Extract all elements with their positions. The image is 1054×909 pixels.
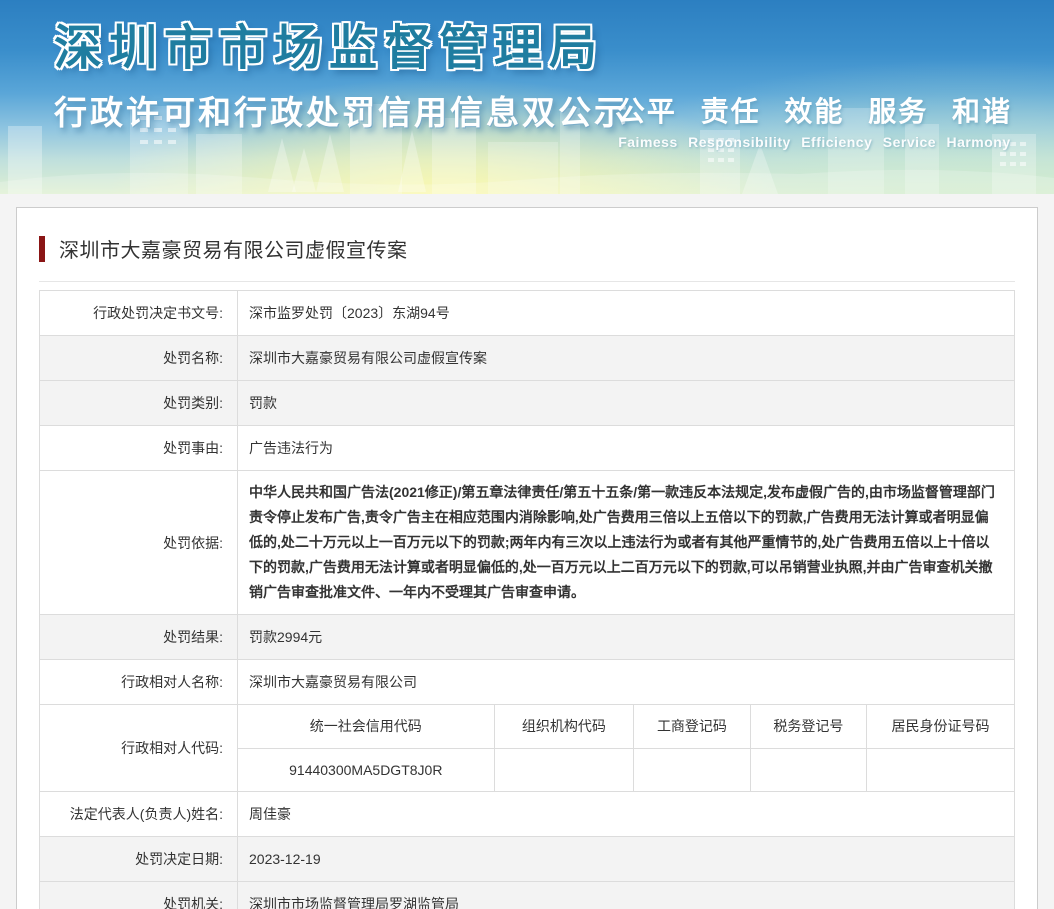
entity-codes-subtable: 统一社会信用代码 组织机构代码 工商登记码 税务登记号 居民身份证号码 9144… (238, 705, 1014, 791)
row-label: 行政处罚决定书文号: (39, 290, 238, 336)
code-value-unified-social-credit: 91440300MA5DGT8J0R (289, 761, 443, 778)
row-value: 罚款2994元 (237, 614, 1015, 660)
table-row: 处罚机关: 深圳市市场监督管理局罗湖监管局 (39, 881, 1015, 909)
entity-codes-value-row: 91440300MA5DGT8J0R (238, 748, 1014, 791)
table-row: 处罚依据: 中华人民共和国广告法(2021修正)/第五章法律责任/第五十五条/第… (39, 470, 1015, 615)
row-label: 处罚事由: (39, 425, 238, 471)
page-title: 深圳市大嘉豪贸易有限公司虚假宣传案 (59, 240, 408, 262)
row-value: 罚款 (237, 380, 1015, 426)
row-label: 处罚名称: (39, 335, 238, 381)
table-row: 处罚决定日期: 2023-12-19 (39, 836, 1015, 882)
site-banner: 深圳市市场监督管理局 行政许可和行政处罚信用信息双公示 公平 责任 效能 服务 … (0, 0, 1054, 194)
row-label: 处罚机关: (39, 881, 238, 909)
code-column-header: 统一社会信用代码 (238, 705, 495, 749)
code-column-header: 工商登记码 (633, 705, 751, 749)
code-column-header: 税务登记号 (749, 705, 867, 749)
row-label: 处罚结果: (39, 614, 238, 660)
entity-codes-header-row: 统一社会信用代码 组织机构代码 工商登记码 税务登记号 居民身份证号码 (238, 705, 1014, 749)
slogan-english: Faimess Responsibility Efficiency Servic… (618, 134, 1011, 150)
code-value-org (493, 748, 634, 791)
row-value: 深圳市市场监督管理局罗湖监管局 (237, 881, 1015, 909)
title-separator (39, 281, 1015, 282)
penalty-info-table: 行政处罚决定书文号: 深市监罗处罚〔2023〕东湖94号 处罚名称: 深圳市大嘉… (39, 290, 1015, 909)
table-row: 处罚类别: 罚款 (39, 380, 1015, 426)
row-value: 深圳市大嘉豪贸易有限公司虚假宣传案 (237, 335, 1015, 381)
table-row-entity-codes: 行政相对人代码: 统一社会信用代码 组织机构代码 工商登记码 税务登记号 居民身… (39, 704, 1015, 792)
slogan-chinese: 公平 责任 效能 服务 和谐 (616, 96, 1012, 127)
code-value-tax-reg (749, 748, 867, 791)
slogan-block: 公平 责任 效能 服务 和谐 Faimess Responsibility Ef… (617, 90, 1012, 150)
row-value: 深圳市大嘉豪贸易有限公司 (237, 659, 1015, 705)
row-value: 广告违法行为 (237, 425, 1015, 471)
table-row: 处罚名称: 深圳市大嘉豪贸易有限公司虚假宣传案 (39, 335, 1015, 381)
table-row: 处罚结果: 罚款2994元 (39, 614, 1015, 660)
code-value-business-reg (633, 748, 751, 791)
row-label: 处罚决定日期: (39, 836, 238, 882)
row-value: 2023-12-19 (237, 836, 1015, 882)
case-title-row: 深圳市大嘉豪贸易有限公司虚假宣传案 (39, 234, 1015, 263)
table-row: 法定代表人(负责人)姓名: 周佳豪 (39, 791, 1015, 837)
table-row: 行政相对人名称: 深圳市大嘉豪贸易有限公司 (39, 659, 1015, 705)
row-value: 周佳豪 (237, 791, 1015, 837)
row-value: 深市监罗处罚〔2023〕东湖94号 (237, 290, 1015, 336)
row-label: 处罚类别: (39, 380, 238, 426)
table-row: 处罚事由: 广告违法行为 (39, 425, 1015, 471)
entity-codes-cell: 统一社会信用代码 组织机构代码 工商登记码 税务登记号 居民身份证号码 9144… (237, 704, 1015, 792)
table-row: 行政处罚决定书文号: 深市监罗处罚〔2023〕东湖94号 (39, 290, 1015, 336)
code-column-header: 组织机构代码 (493, 705, 634, 749)
code-value-id-number (866, 748, 1014, 791)
row-value-penalty-basis: 中华人民共和国广告法(2021修正)/第五章法律责任/第五十五条/第一款违反本法… (237, 470, 1015, 615)
row-label: 法定代表人(负责人)姓名: (39, 791, 238, 837)
content-panel: 深圳市大嘉豪贸易有限公司虚假宣传案 行政处罚决定书文号: 深市监罗处罚〔2023… (16, 207, 1038, 909)
code-column-header: 居民身份证号码 (866, 705, 1014, 749)
row-label: 行政相对人代码: (39, 704, 238, 792)
org-name: 深圳市市场监督管理局 (54, 22, 605, 75)
row-label: 行政相对人名称: (39, 659, 238, 705)
banner-subtitle: 行政许可和行政处罚信用信息双公示 (54, 94, 630, 131)
row-label: 处罚依据: (39, 470, 238, 615)
title-accent-bar (39, 235, 45, 262)
